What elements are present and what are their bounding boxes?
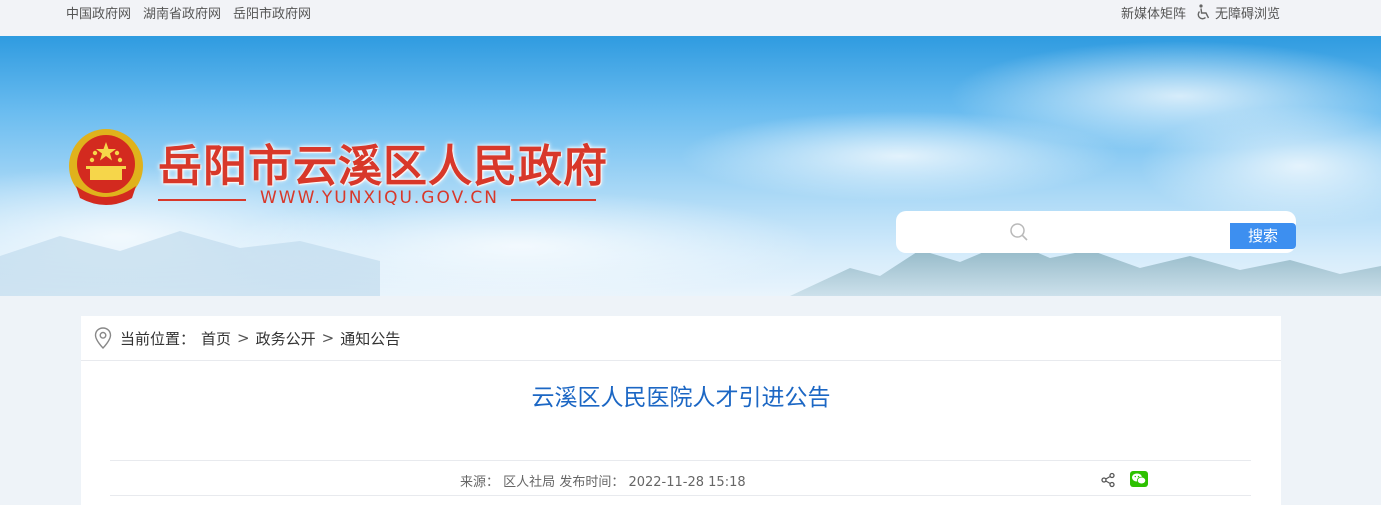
- top-right: 新媒体矩阵 无障碍浏览: [1121, 3, 1280, 22]
- site-title[interactable]: 岳阳市云溪区人民政府: [158, 130, 608, 194]
- site-url-row: WWW.YUNXIQU.GOV.CN: [158, 188, 596, 212]
- search-input[interactable]: [1036, 219, 1226, 245]
- accessibility-link[interactable]: 无障碍浏览: [1196, 3, 1280, 22]
- breadcrumb-label: 当前位置：: [120, 329, 196, 348]
- wechat-icon[interactable]: [1130, 471, 1148, 487]
- url-left-rule: [158, 199, 246, 201]
- publish-label: 发布时间：: [559, 475, 625, 490]
- article-info: 来源： 区人社局 发布时间： 2022-11-28 15:18: [460, 471, 746, 490]
- article-title: 云溪区人民医院人才引进公告: [531, 385, 831, 411]
- url-right-rule: [511, 199, 596, 201]
- breadcrumb-notices[interactable]: 通知公告: [340, 328, 400, 349]
- site-url: WWW.YUNXIQU.GOV.CN: [260, 188, 499, 208]
- top-bar: 中国政府网 湖南省政府网 岳阳市政府网 新媒体矩阵 无障碍浏览: [0, 0, 1381, 36]
- breadcrumb-separator: >: [321, 329, 335, 347]
- breadcrumb-separator: >: [237, 329, 250, 347]
- breadcrumb-home[interactable]: 首页: [201, 328, 231, 349]
- breadcrumb-gov-affairs[interactable]: 政务公开: [256, 328, 316, 349]
- national-emblem-icon: [69, 129, 143, 205]
- location-pin-icon: [94, 327, 112, 349]
- source-label: 来源：: [460, 475, 500, 490]
- article-meta: 来源： 区人社局 发布时间： 2022-11-28 15:18: [110, 460, 1251, 496]
- wheelchair-icon: [1197, 4, 1210, 20]
- accessibility-label: 无障碍浏览: [1215, 7, 1281, 22]
- media-matrix-link[interactable]: 新媒体矩阵: [1121, 3, 1186, 22]
- publish-time: 2022-11-28 15:18: [628, 475, 746, 490]
- search-icon: [1010, 223, 1028, 241]
- search-button[interactable]: 搜索: [1230, 223, 1296, 249]
- link-gov-cn[interactable]: 中国政府网: [66, 3, 131, 22]
- link-hunan-gov[interactable]: 湖南省政府网: [143, 3, 221, 22]
- share-icon[interactable]: [1100, 472, 1116, 488]
- search-box: 搜索: [896, 211, 1296, 253]
- header-banner: 岳阳市云溪区人民政府 WWW.YUNXIQU.GOV.CN 搜索: [0, 36, 1381, 296]
- link-yueyang-gov[interactable]: 岳阳市政府网: [233, 3, 311, 22]
- breadcrumb: 当前位置： 首页 > 政务公开 > 通知公告: [81, 316, 1281, 361]
- content-panel: 当前位置： 首页 > 政务公开 > 通知公告 云溪区人民医院人才引进公告 来源：…: [81, 316, 1281, 505]
- source-value: 区人社局: [503, 475, 556, 490]
- top-links: 中国政府网 湖南省政府网 岳阳市政府网: [66, 3, 311, 22]
